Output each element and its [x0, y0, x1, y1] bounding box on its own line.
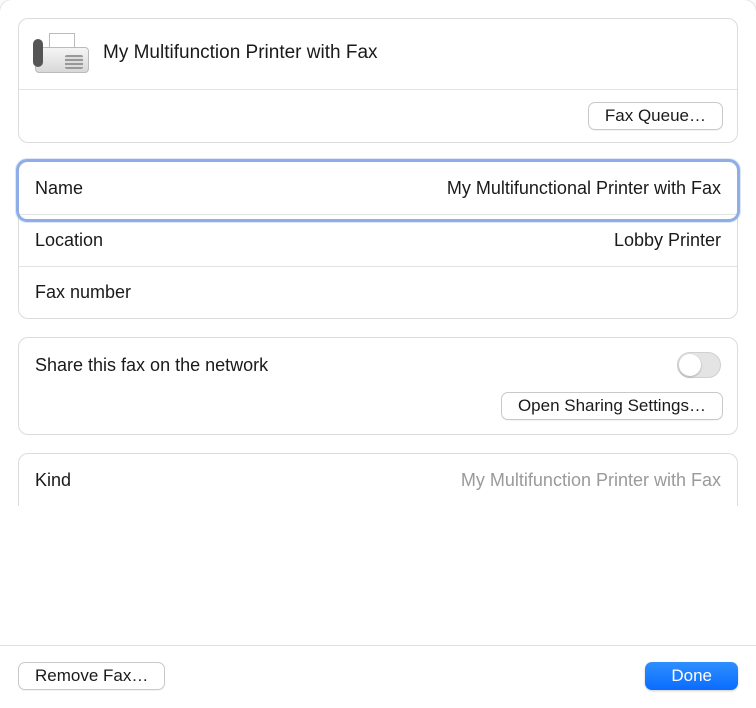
kind-row: Kind My Multifunction Printer with Fax	[19, 454, 737, 506]
name-row[interactable]: Name My Multifunctional Printer with Fax	[19, 162, 737, 214]
header-row: My Multifunction Printer with Fax	[19, 19, 737, 89]
fax-machine-icon	[35, 33, 89, 73]
done-button[interactable]: Done	[645, 662, 738, 690]
dialog-footer: Remove Fax… Done	[0, 645, 756, 708]
kind-value: My Multifunction Printer with Fax	[461, 470, 721, 491]
location-row[interactable]: Location Lobby Printer	[19, 214, 737, 266]
name-value: My Multifunctional Printer with Fax	[447, 178, 721, 199]
fax-number-row[interactable]: Fax number	[19, 266, 737, 318]
share-toggle-row: Share this fax on the network	[19, 338, 737, 392]
kind-label: Kind	[35, 470, 71, 491]
open-sharing-row: Open Sharing Settings…	[19, 392, 737, 434]
open-sharing-settings-button[interactable]: Open Sharing Settings…	[501, 392, 723, 420]
fax-settings-dialog: My Multifunction Printer with Fax Fax Qu…	[0, 0, 756, 708]
content-area: My Multifunction Printer with Fax Fax Qu…	[0, 0, 756, 645]
share-label: Share this fax on the network	[35, 355, 268, 376]
device-title: My Multifunction Printer with Fax	[103, 42, 378, 64]
fax-queue-row: Fax Queue…	[19, 89, 737, 142]
identity-panel: Name My Multifunctional Printer with Fax…	[18, 161, 738, 319]
toggle-knob	[679, 354, 701, 376]
fax-queue-button[interactable]: Fax Queue…	[588, 102, 723, 130]
remove-fax-button[interactable]: Remove Fax…	[18, 662, 165, 690]
location-label: Location	[35, 230, 103, 251]
sharing-panel: Share this fax on the network Open Shari…	[18, 337, 738, 435]
location-value: Lobby Printer	[614, 230, 721, 251]
share-toggle[interactable]	[677, 352, 721, 378]
kind-panel: Kind My Multifunction Printer with Fax	[18, 453, 738, 506]
header-panel: My Multifunction Printer with Fax Fax Qu…	[18, 18, 738, 143]
name-label: Name	[35, 178, 83, 199]
fax-number-label: Fax number	[35, 282, 131, 303]
